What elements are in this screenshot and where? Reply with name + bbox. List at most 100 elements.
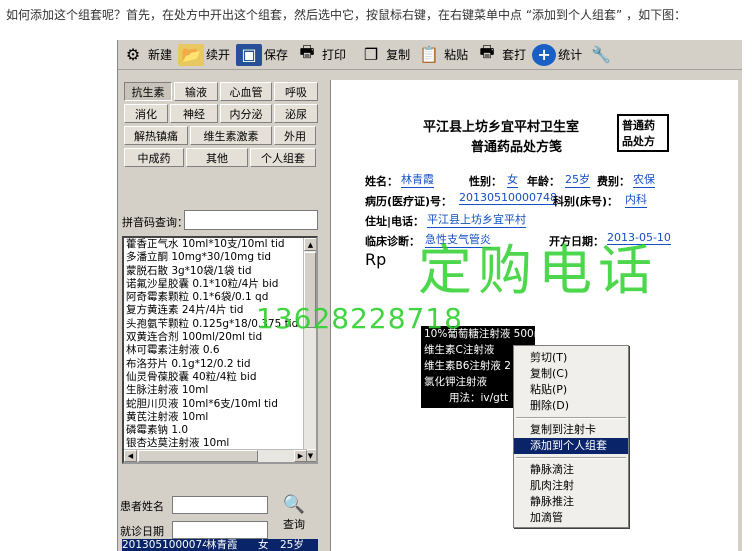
drug-item[interactable]: 生脉注射液 10ml [124,384,316,397]
drug-item[interactable]: 磷霉素钠 1.0 [124,424,316,437]
scroll-thumb[interactable] [138,450,258,462]
patient-name-label: 患者姓名 [120,500,164,513]
tab-respiratory[interactable]: 呼吸 [274,82,318,101]
tab-antibiotics[interactable]: 抗生素 [124,82,172,101]
category-row: 解热镇痛 维生素激素 外用 [124,126,318,145]
fee-value: 农保 [633,173,655,188]
new-icon: ⚙ [125,45,141,64]
menu-add-to-personal-set[interactable]: 添加到个人组套 [514,438,628,454]
menu-copy-to-injection-card[interactable]: 复制到注射卡 [514,422,628,438]
overlay-print-button[interactable]: 🖶 套打 [472,42,528,68]
fee-label: 费别： [597,175,630,188]
pinyin-input[interactable] [184,210,318,230]
patient-list[interactable]: 20130510000748 林青霞 女 25岁 [122,539,318,551]
tools-button[interactable]: 🔧 [586,42,618,68]
patient-sex: 女 [258,539,269,551]
paste-icon: 📋 [419,45,440,64]
print-icon: 🖶 [299,42,315,61]
record-label: 病历(医疗证)号： [365,195,453,208]
diagnosis-label: 临床诊断： [365,235,420,248]
drug-item[interactable]: 诺氟沙星胶囊 0.1*10粒/4片 bid [124,278,316,291]
tab-other[interactable]: 其他 [186,148,248,167]
name-value: 林青霞 [401,173,434,188]
dept-label: 科别(床号)： [553,195,619,208]
watermark-phone: 13628228718 [256,302,463,335]
visit-date-label: 就诊日期 [120,525,164,538]
drug-item[interactable]: 藿香正气水 10ml*10支/10ml tid [124,238,316,251]
scroll-up-icon[interactable]: ▲ [304,238,316,251]
intro-text: 如何添加这个组套呢？首先，在处方中开出这个组套，然后选中它，按鼠标右键，在右键菜… [6,8,687,22]
context-menu: 剪切(T) 复制(C) 粘贴(P) 删除(D) 复制到注射卡 添加到个人组套 静… [513,345,629,528]
rp-symbol: Rp [365,250,387,269]
drug-item[interactable]: 仙灵骨葆胶囊 40粒/4粒 bid [124,371,316,384]
sex-label: 性别： [469,175,502,188]
clinic-name: 平江县上坊乡宜平村卫生室 [423,120,580,135]
continue-button[interactable]: 📂 续开 [176,42,232,68]
drug-item[interactable]: 蒙脱石散 3g*10袋/1袋 tid [124,265,316,278]
menu-separator [516,417,626,419]
record-value: 20130510000748 [459,191,557,205]
menu-iv-push[interactable]: 静脉推注 [514,494,628,510]
plus-icon: + [532,43,557,66]
category-row: 中成药 其他 个人组套 [124,148,318,167]
vertical-scrollbar[interactable]: ▲ ▼ [303,238,316,462]
stats-button[interactable]: + 统计 [530,42,584,68]
save-icon: ▣ [236,43,263,66]
drug-list[interactable]: 藿香正气水 10ml*10支/10ml tid 多潘立酮 10mg*30/10mg… [122,236,318,464]
patient-age: 25岁 [280,539,304,551]
tab-vitamin-hormone[interactable]: 维生素激素 [190,126,272,145]
query-button[interactable]: 🔍 查询 [274,492,314,532]
menu-iv-drip[interactable]: 静脉滴注 [514,462,628,478]
drug-rows: 藿香正气水 10ml*10支/10ml tid 多潘立酮 10mg*30/10mg… [124,238,316,462]
paste-button[interactable]: 📋 粘贴 [414,42,470,68]
tab-cardio[interactable]: 心血管 [220,82,272,101]
drug-item[interactable]: 黄芪注射液 10ml [124,411,316,424]
tools-icon: 🔧 [591,45,612,64]
tab-personal-sets[interactable]: 个人组套 [250,148,316,167]
horizontal-scrollbar[interactable]: ◀ ▶ [124,449,307,462]
menu-paste[interactable]: 粘贴(P) [514,382,628,398]
drug-item[interactable]: 多潘立酮 10mg*30/10mg tid [124,251,316,264]
tab-external[interactable]: 外用 [274,126,316,145]
patient-row[interactable]: 20130510000748 林青霞 女 25岁 [122,539,318,551]
patient-id: 20130510000748 [122,539,206,551]
dept-value: 内科 [625,193,647,208]
tab-endocrine[interactable]: 内分泌 [220,104,272,123]
copy-icon: ❐ [363,45,379,64]
new-button[interactable]: ⚙ 新建 [118,42,174,68]
age-value: 25岁 [565,173,590,188]
tab-neuro[interactable]: 神经 [170,104,218,123]
app-window: ⚙ 新建 📂 续开 ▣ 保存 🖶 打印 ❐ 复制 📋 粘贴 🖶 套打 + 统计 … [117,40,742,551]
category-row: 抗生素 输液 心血管 呼吸 [124,82,320,101]
category-row: 消化 神经 内分泌 泌尿 [124,104,320,123]
menu-cut[interactable]: 剪切(T) [514,350,628,366]
tab-urinary[interactable]: 泌尿 [274,104,318,123]
drug-item[interactable]: 布洛芬片 0.1g*12/0.2 tid [124,358,316,371]
copy-button[interactable]: ❐ 复制 [356,42,412,68]
pinyin-label: 拼音码查询： [122,216,188,229]
folder-icon: 📂 [178,43,205,66]
tab-digestive[interactable]: 消化 [124,104,168,123]
menu-delete[interactable]: 删除(D) [514,398,628,414]
address-label: 住址|电话： [365,215,425,228]
tab-chinese-medicine[interactable]: 中成药 [124,148,184,167]
magnifier-icon: 🔍 [282,493,306,515]
tab-infusion[interactable]: 输液 [174,82,218,101]
print-icon: 🖶 [479,42,495,61]
print-button[interactable]: 🖶 打印 [292,42,348,68]
age-label: 年龄： [527,175,560,188]
menu-intramuscular[interactable]: 肌肉注射 [514,478,628,494]
patient-name: 林青霞 [206,539,238,551]
drug-item[interactable]: 林可霉素注射液 0.6 [124,344,316,357]
tab-antipyretic[interactable]: 解热镇痛 [124,126,188,145]
scroll-right-icon[interactable]: ▶ [294,450,307,462]
prescription-type: 普通药品处方笺 [471,140,563,155]
watermark-title: 定购电话 [418,239,658,302]
scroll-left-icon[interactable]: ◀ [124,450,137,462]
menu-add-drip-tube[interactable]: 加滴管 [514,510,628,526]
drug-item[interactable]: 蛇胆川贝液 10ml*6支/10ml tid [124,398,316,411]
menu-copy[interactable]: 复制(C) [514,366,628,382]
patient-name-input[interactable] [172,496,268,514]
save-button[interactable]: ▣ 保存 [234,42,290,68]
visit-date-input[interactable] [172,521,268,539]
